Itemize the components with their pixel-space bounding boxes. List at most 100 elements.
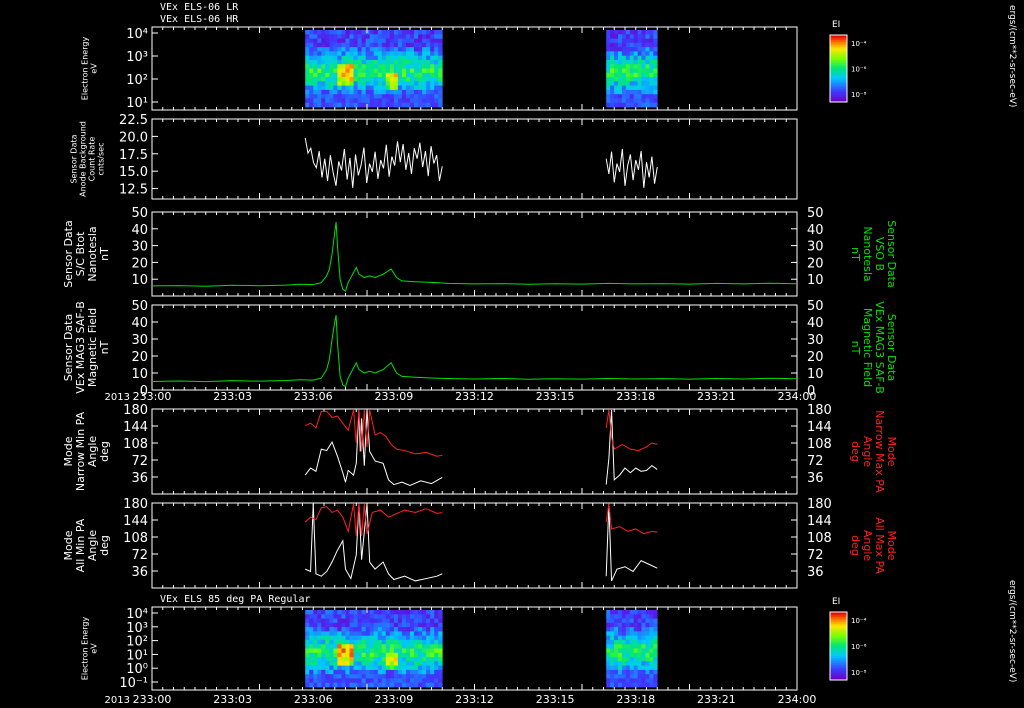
heat-cell [633,59,638,65]
heat-cell [385,68,391,74]
heat-cell [625,652,631,658]
heat-cell [422,627,427,632]
heat-cell [377,64,383,69]
heat-cell [614,77,619,82]
heat-cell [345,51,350,57]
heat-cell [629,627,635,632]
heat-cell [625,51,631,57]
heat-cell [618,30,623,35]
heat-cell [369,665,375,671]
heat-cell [641,51,646,57]
panel-bg-0 [152,27,797,110]
heat-cell [610,644,615,649]
heat-cell [614,678,619,684]
heat-cell [313,42,318,48]
heat-cell [614,627,619,632]
heat-cell [406,669,411,675]
heat-cell [637,34,642,39]
heat-cell [325,98,330,104]
heat-cell [305,678,310,684]
heat-cell [321,38,326,44]
heat-cell [414,644,419,649]
heat-cell [637,59,642,65]
time-label-bottom-year: 2013 [105,695,130,706]
heat-cell [389,98,395,104]
heat-cell [313,639,318,645]
heat-cell [606,644,611,649]
heat-cell [438,648,443,654]
heat-cell [653,652,658,658]
heat-cell [349,678,354,684]
heat-cell [434,618,439,624]
heat-cell [430,622,435,628]
heat-cell [438,38,443,44]
heat-cell [317,657,322,662]
heat-cell [422,669,427,675]
heat-cell [414,669,419,675]
heat-cell [637,618,642,624]
heat-cell [345,94,350,99]
heat-cell [357,38,362,44]
heat-cell [610,652,615,658]
heat-cell [345,81,350,86]
heat-cell [401,94,407,99]
heat-cell [625,610,631,615]
heat-cell [309,42,314,48]
heat-cell [614,682,619,688]
heat-cell [357,77,362,82]
heat-cell [418,631,423,637]
heat-cell [641,627,646,632]
heat-cell [313,669,318,675]
heat-cell [333,47,338,52]
heat-cell [422,72,427,78]
heat-cell [341,72,346,78]
heat-cell [614,622,619,628]
heat-cell [321,94,326,99]
heat-cell [393,618,399,624]
heat-cell [606,81,611,86]
heat-cell [637,622,642,628]
heat-cell [333,98,338,104]
heat-cell [637,627,642,632]
y-tick-label-3-1: 40 [131,316,148,331]
heat-cell [333,631,338,637]
heat-cell [325,89,330,95]
heat-cell [430,618,435,624]
heat-cell [397,614,403,619]
heat-cell [385,644,391,649]
heat-cell [397,669,403,675]
heat-cell [610,81,615,86]
heat-cell [434,98,439,104]
heat-cell [610,38,615,44]
y-tick-label-2-3: 20 [131,256,148,271]
heat-cell [313,631,318,637]
heat-cell [621,47,627,52]
heat-cell [341,38,346,44]
heat-cell [653,682,658,688]
heat-cell [618,85,623,91]
heat-cell [401,38,407,44]
heat-cell [422,77,427,82]
heat-cell [365,674,371,679]
heat-cell [614,102,619,108]
heat-cell [629,639,635,645]
heat-cell [637,72,642,78]
heat-cell [422,47,427,52]
heat-cell [418,627,423,632]
heat-cell [397,38,403,44]
heat-cell [309,610,314,615]
heat-cell [389,661,395,666]
heat-cell [305,618,310,624]
heat-cell [633,89,638,95]
heat-cell [438,657,443,662]
heat-cell [377,622,383,628]
heat-cell [333,89,338,95]
heat-cell [309,94,314,99]
heat-cell [329,635,334,641]
heat-cell [426,59,431,65]
heat-cell [397,682,403,688]
heat-cell [606,639,611,645]
heat-cell [641,610,646,615]
heat-cell [393,34,399,39]
heat-cell [418,47,423,52]
